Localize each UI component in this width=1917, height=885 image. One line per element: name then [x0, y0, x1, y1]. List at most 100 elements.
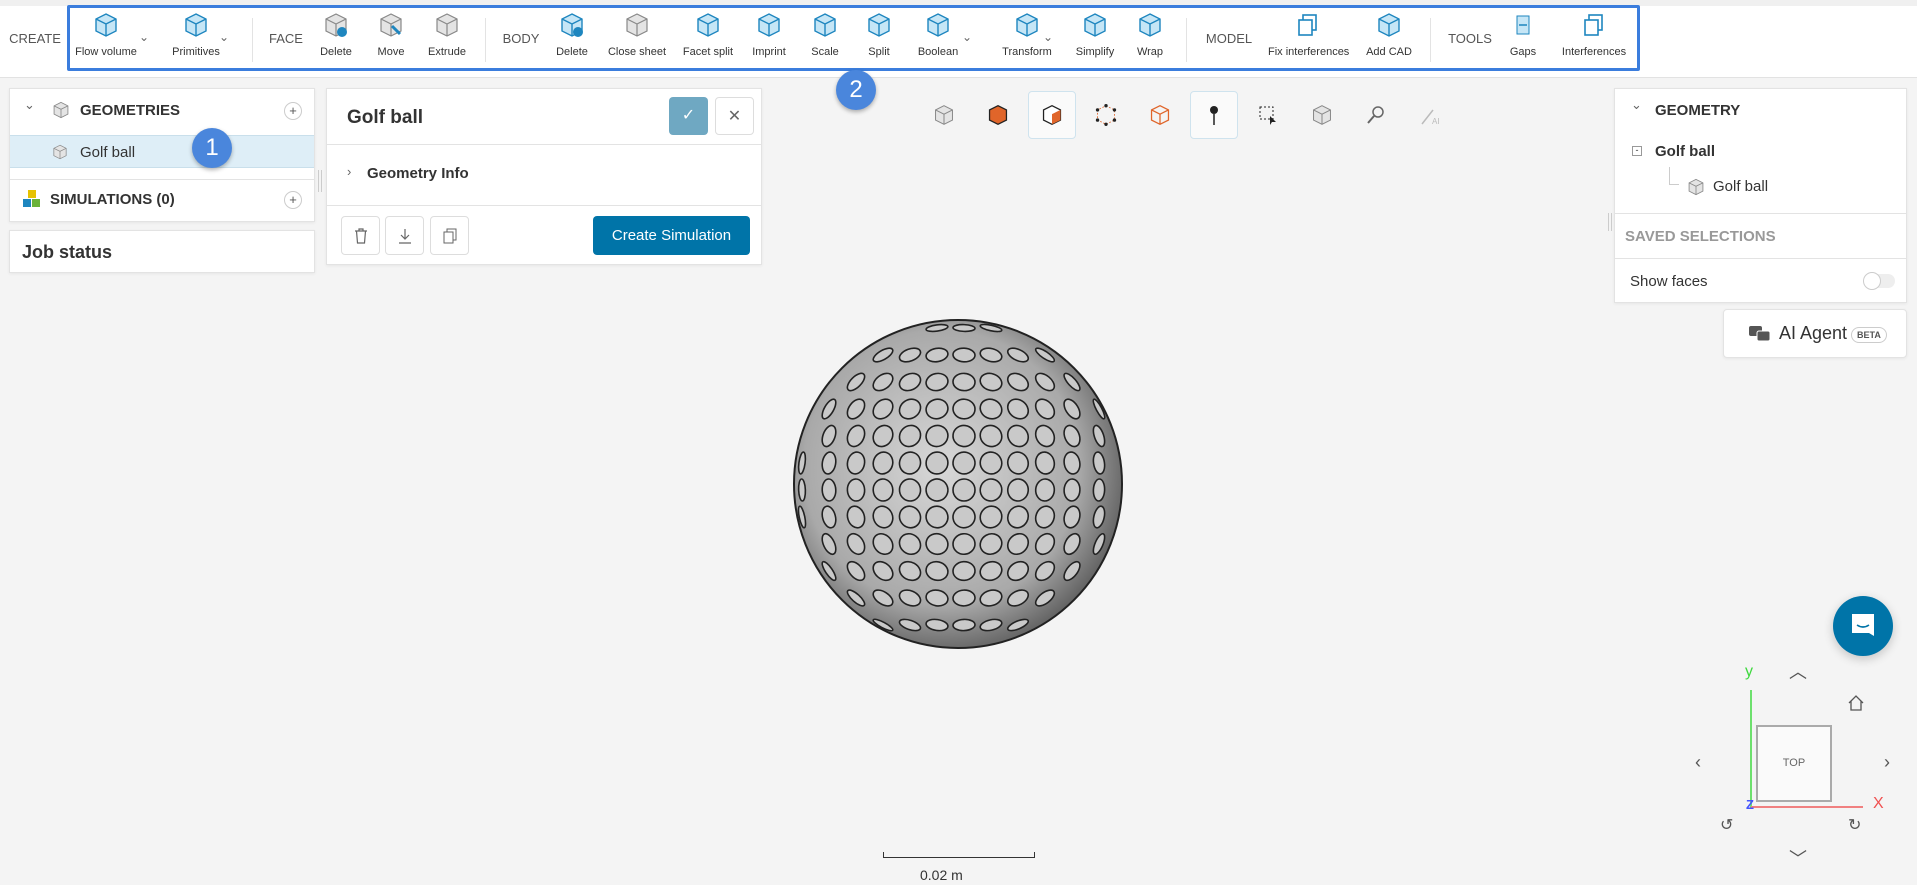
annotation-badge-2: 2	[836, 70, 876, 110]
simulations-header[interactable]: SIMULATIONS (0)	[50, 191, 175, 208]
y-axis-label: Y	[1745, 663, 1753, 680]
ai-agent-button[interactable]: AI Agent BETA	[1723, 309, 1907, 358]
download-icon	[398, 228, 411, 244]
ai-wand-button[interactable]: AI	[1406, 91, 1454, 139]
add-cad-icon	[1376, 12, 1402, 38]
split-icon	[866, 12, 892, 38]
dimple	[1092, 478, 1106, 502]
z-axis-label: Z	[1746, 797, 1754, 812]
add-simulation-button[interactable]: +	[284, 191, 302, 209]
dimple	[797, 478, 807, 502]
body-cube-icon	[1687, 178, 1705, 196]
chat-icon	[1852, 614, 1874, 636]
job-status-panel[interactable]: Job status	[9, 230, 315, 273]
dimple	[952, 618, 976, 632]
rotate-down-button[interactable]: ﹀	[1789, 845, 1807, 871]
flow-volume-button[interactable]: Flow volume	[66, 12, 146, 58]
dimple	[1063, 478, 1081, 502]
fix-interferences-icon	[1295, 12, 1321, 38]
interferences-button[interactable]: Interferences	[1554, 12, 1634, 58]
dimple	[952, 347, 976, 363]
chat-launcher-button[interactable]	[1833, 596, 1893, 656]
svg-text:AI: AI	[1432, 117, 1440, 126]
view-cube-top-face[interactable]: TOP	[1756, 725, 1832, 802]
body-delete-icon	[559, 12, 583, 37]
dimple	[872, 478, 894, 502]
divider	[1615, 258, 1906, 259]
rotate-ccw-icon[interactable]: ↺	[1720, 815, 1733, 835]
select-edge-button[interactable]	[1136, 91, 1184, 139]
delete-button[interactable]	[341, 216, 380, 255]
viewport-toolbar: AI	[920, 91, 1454, 139]
point-probe-button[interactable]	[1190, 91, 1238, 139]
collapse-chevron-icon[interactable]: ⌄	[24, 97, 35, 113]
expand-chevron-icon[interactable]: ›	[347, 164, 351, 179]
simulations-icon	[23, 190, 40, 207]
geometries-header[interactable]: GEOMETRIES	[80, 102, 180, 119]
wrap-button[interactable]: Wrap	[1110, 12, 1190, 58]
geometry-tree-panel: ⌄ GEOMETRY - Golf ball Golf ball SAVED S…	[1614, 88, 1907, 303]
add-geometry-button[interactable]: +	[284, 102, 302, 120]
y-axis	[1750, 690, 1752, 808]
primitives-chevron-down-icon[interactable]: ⌄	[219, 30, 229, 44]
fix-interferences-button[interactable]: Fix interferences	[1268, 12, 1349, 58]
close-sheet-button[interactable]: Close sheet	[597, 12, 677, 58]
chat-bubbles-icon	[1749, 326, 1771, 342]
geometry-detail-panel: Golf ball ✓ ✕ › Geometry Info Create Sim…	[326, 88, 762, 265]
measure-button[interactable]	[1352, 91, 1400, 139]
add-cad-button[interactable]: Add CAD	[1349, 12, 1429, 58]
section-view-button[interactable]	[1298, 91, 1346, 139]
scale-icon	[812, 12, 838, 38]
beta-badge: BETA	[1851, 327, 1887, 343]
collapse-chevron-icon[interactable]: ⌄	[1631, 97, 1642, 113]
dimple	[952, 589, 976, 607]
select-face-button[interactable]	[1028, 91, 1076, 139]
solid-orange-cube-icon	[988, 104, 1008, 126]
select-body-button[interactable]	[974, 91, 1022, 139]
boolean-chevron-down-icon[interactable]: ⌄	[962, 30, 972, 44]
tree-leaf-golf-ball[interactable]: Golf ball	[1713, 178, 1768, 195]
resize-handle[interactable]	[318, 170, 322, 192]
close-sheet-icon	[624, 12, 650, 38]
confirm-check-button[interactable]: ✓	[669, 97, 708, 135]
rotate-right-button[interactable]: ›	[1884, 752, 1890, 773]
resize-handle[interactable]	[1608, 213, 1612, 231]
extrude-button[interactable]: Extrude	[407, 12, 487, 58]
download-button[interactable]	[385, 216, 424, 255]
home-view-icon[interactable]	[1847, 694, 1865, 712]
trash-icon	[354, 227, 367, 244]
transform-chevron-down-icon[interactable]: ⌄	[1043, 30, 1053, 44]
show-faces-toggle[interactable]	[1863, 272, 1895, 290]
rotate-up-button[interactable]: ︿	[1789, 658, 1807, 684]
transform-icon	[1014, 12, 1040, 38]
create-simulation-button[interactable]: Create Simulation	[593, 216, 750, 255]
copy-button[interactable]	[430, 216, 469, 255]
rotate-left-button[interactable]: ‹	[1695, 752, 1701, 773]
simplify-icon	[1082, 12, 1108, 38]
show-faces-label: Show faces	[1630, 273, 1708, 290]
gaps-button[interactable]: Gaps	[1483, 12, 1563, 58]
section-cube-icon	[1311, 104, 1333, 126]
geometry-info-toggle[interactable]: Geometry Info	[367, 165, 469, 182]
tree-line	[1669, 167, 1679, 185]
flow-volume-chevron-down-icon[interactable]: ⌄	[139, 30, 149, 44]
divider	[327, 205, 761, 206]
close-button[interactable]: ✕	[715, 97, 754, 135]
edge-cube-icon	[1150, 104, 1170, 126]
x-axis-label: X	[1873, 795, 1884, 812]
divider	[252, 18, 253, 62]
tree-panel: ⌄ GEOMETRIES + Golf ball SIMULATIONS (0)…	[9, 88, 315, 222]
scale-bar	[883, 852, 1035, 858]
view-mode-button[interactable]	[920, 91, 968, 139]
box-select-button[interactable]	[1244, 91, 1292, 139]
tree-node-golf-ball[interactable]: Golf ball	[1655, 143, 1715, 160]
geometry-icon	[52, 144, 68, 160]
ai-wand-icon: AI	[1421, 109, 1440, 126]
collapse-node-icon[interactable]: -	[1632, 146, 1642, 156]
primitives-icon	[183, 12, 209, 38]
face-delete-icon	[323, 12, 347, 37]
geometry-item-golf-ball[interactable]: Golf ball	[10, 135, 314, 168]
golf-ball-model[interactable]	[790, 316, 1126, 652]
select-vertex-button[interactable]	[1082, 91, 1130, 139]
rotate-cw-icon[interactable]: ↻	[1848, 815, 1861, 835]
